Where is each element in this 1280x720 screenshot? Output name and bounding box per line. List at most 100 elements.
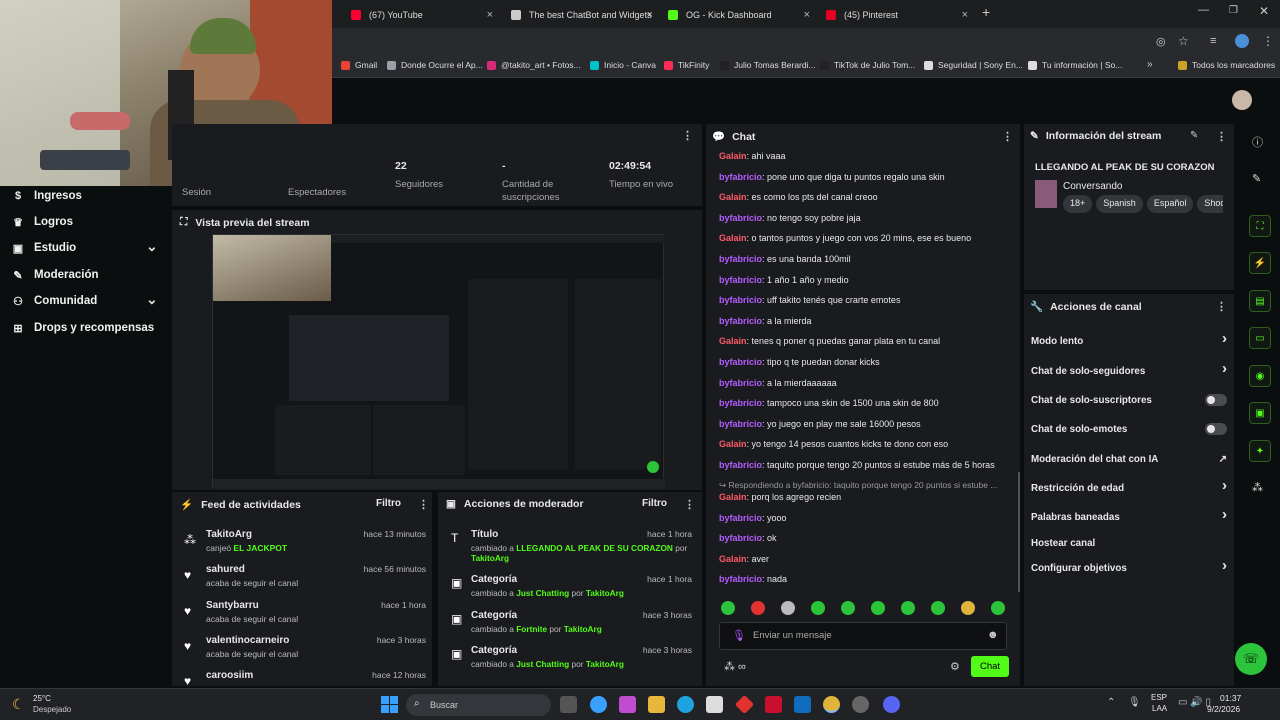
emote-icon[interactable] — [961, 601, 975, 615]
channel-action-modo-lento[interactable]: Modo lento › — [1031, 330, 1227, 348]
chat-username[interactable]: Galain — [719, 554, 747, 564]
stream-tag[interactable]: Shoo — [1197, 195, 1223, 213]
browser-menu-icon[interactable]: ⋮ — [1262, 34, 1274, 48]
channel-actions-menu-icon[interactable]: ⋮ — [1216, 300, 1227, 313]
channel-action-configurar-objetivos[interactable]: Configurar objetivos › — [1031, 557, 1227, 575]
chat-username[interactable]: byfabricio — [719, 513, 762, 523]
emoji-icon[interactable]: ☻ — [987, 629, 999, 641]
emote-icon[interactable] — [841, 601, 855, 615]
chat-username[interactable]: byfabricio — [719, 213, 762, 223]
star-icon[interactable]: ☆ — [1178, 34, 1189, 48]
edge-icon[interactable] — [677, 696, 694, 713]
mod-user[interactable]: TakitoArg — [586, 659, 624, 669]
toggle-switch[interactable] — [1205, 394, 1227, 406]
feed-user[interactable]: valentinocarneiro — [206, 635, 289, 646]
browser-tab[interactable]: (67) YouTube × — [351, 4, 493, 26]
chat-username[interactable]: Galain — [719, 233, 747, 243]
eye-off-icon[interactable]: ◎ — [1156, 35, 1166, 48]
chat-username[interactable]: byfabricio — [719, 533, 762, 543]
rail-mod-icon[interactable]: ▣ — [1249, 402, 1271, 424]
feed-user[interactable]: TakitoArg — [206, 529, 252, 540]
media-icon[interactable]: ≡ — [1210, 35, 1216, 47]
chat-username[interactable]: byfabricio — [719, 254, 762, 264]
emote-icon[interactable] — [751, 601, 765, 615]
clock-date[interactable]: 9/2/2026 — [1207, 704, 1240, 714]
rail-fullscreen-icon[interactable]: ⛶ — [1249, 215, 1271, 237]
channel-action-restricción-de-edad[interactable]: Restricción de edad › — [1031, 477, 1227, 495]
discord-icon[interactable] — [883, 696, 900, 713]
stream-tag[interactable]: Español — [1146, 195, 1194, 213]
emote-icon[interactable] — [811, 601, 825, 615]
nav-item-moderación[interactable]: ✎ Moderación — [12, 269, 98, 282]
stream-tag[interactable]: Spanish — [1096, 195, 1143, 213]
bookmark-item[interactable]: TikTok de Julio Tom... — [820, 60, 915, 70]
nav-item-estudio[interactable]: ▣ Estudio ⌄ — [12, 238, 158, 255]
rail-bolt-icon[interactable]: ⚡ — [1249, 252, 1271, 274]
mcafee-icon[interactable] — [765, 696, 782, 713]
nav-item-comunidad[interactable]: ⚇ Comunidad ⌄ — [12, 291, 158, 308]
chat-settings-icon[interactable]: ⚙ — [950, 660, 960, 673]
chat-username[interactable]: Galain — [719, 192, 747, 202]
rail-broadcast-icon[interactable]: ◉ — [1249, 365, 1271, 387]
all-bookmarks[interactable]: Todos los marcadores — [1178, 60, 1275, 70]
emote-icon[interactable] — [991, 601, 1005, 615]
store-icon[interactable] — [706, 696, 723, 713]
mic-icon[interactable]: 🎙 — [732, 629, 746, 642]
pencil-rail-icon[interactable]: ✎ — [1252, 172, 1261, 185]
rail-panel-icon[interactable]: ▤ — [1249, 290, 1271, 312]
clock-time[interactable]: 01:37 — [1220, 693, 1241, 703]
chat-username[interactable]: Galain — [719, 439, 747, 449]
mod-filter-button[interactable]: Filtro — [642, 498, 667, 509]
chat-username[interactable]: byfabricio — [719, 357, 762, 367]
new-tab-button[interactable]: + — [982, 4, 990, 20]
edit-icon[interactable]: ✎ — [1190, 130, 1198, 141]
browser-tab[interactable]: (45) Pinterest × — [826, 4, 968, 26]
browser-tab[interactable]: OG - Kick Dashboard × — [668, 4, 810, 26]
emote-icon[interactable] — [901, 601, 915, 615]
windows-start-icon[interactable] — [381, 696, 398, 713]
info-icon[interactable]: ⓘ — [1252, 134, 1263, 150]
app-icon-2[interactable] — [734, 694, 755, 715]
bookmark-item[interactable]: Donde Ocurre el Ap... — [387, 60, 483, 70]
stream-tag[interactable]: 18+ — [1063, 195, 1093, 213]
channel-action-palabras-baneadas[interactable]: Palabras baneadas › — [1031, 506, 1227, 524]
feed-user[interactable]: Santybarru — [206, 600, 259, 611]
avatar[interactable] — [1232, 90, 1252, 110]
mod-user[interactable]: TakitoArg — [471, 553, 509, 563]
chat-username[interactable]: byfabricio — [719, 316, 762, 326]
emote-icon[interactable] — [721, 601, 735, 615]
emote-icon[interactable] — [781, 601, 795, 615]
taskview-icon[interactable] — [560, 696, 577, 713]
stats-menu-icon[interactable]: ⋮ — [682, 129, 693, 142]
chat-username[interactable]: byfabricio — [719, 460, 762, 470]
tab-close-icon[interactable]: × — [962, 9, 968, 21]
profile-icon[interactable] — [1235, 34, 1249, 48]
outlook-icon[interactable] — [794, 696, 811, 713]
nav-item-logros[interactable]: ♛ Logros — [12, 216, 73, 229]
chat-username[interactable]: byfabricio — [719, 275, 762, 285]
chat-username[interactable]: byfabricio — [719, 295, 762, 305]
mic-tray-icon[interactable]: 🎙 — [1128, 697, 1141, 708]
nav-item-ingresos[interactable]: $ Ingresos — [12, 190, 82, 202]
chat-username[interactable]: byfabricio — [719, 574, 762, 584]
rail-wrench-icon[interactable]: ✦ — [1249, 440, 1271, 462]
chat-input[interactable]: 🎙 Enviar un mensaje ☻ — [719, 622, 1007, 650]
chat-username[interactable]: Galain — [719, 492, 747, 502]
bookmark-item[interactable]: Julio Tomas Berardi... — [720, 60, 816, 70]
bookmark-item[interactable]: Tu información | So... — [1028, 60, 1122, 70]
tab-close-icon[interactable]: × — [487, 9, 493, 21]
lang-1[interactable]: ESP — [1151, 693, 1167, 702]
channel-action-moderación-del-chat-con-ia[interactable]: Moderación del chat con IA ↗ — [1031, 452, 1227, 466]
chrome-icon[interactable] — [823, 696, 840, 713]
bookmark-item[interactable]: TikFinity — [664, 60, 709, 70]
feed-user[interactable]: sahured — [206, 564, 245, 575]
bookmark-item[interactable]: Inicio - Canva — [590, 60, 656, 70]
toggle-switch[interactable] — [1205, 423, 1227, 435]
stream-info-menu-icon[interactable]: ⋮ — [1216, 130, 1227, 143]
tab-close-icon[interactable]: × — [804, 9, 810, 21]
points-icon[interactable]: ⁂ ∞ — [724, 660, 746, 673]
app-icon-1[interactable] — [619, 696, 636, 713]
chat-send-button[interactable]: Chat — [971, 656, 1009, 677]
chat-menu-icon[interactable]: ⋮ — [1002, 130, 1013, 143]
rail-points-icon[interactable]: ⁂ — [1252, 481, 1263, 494]
